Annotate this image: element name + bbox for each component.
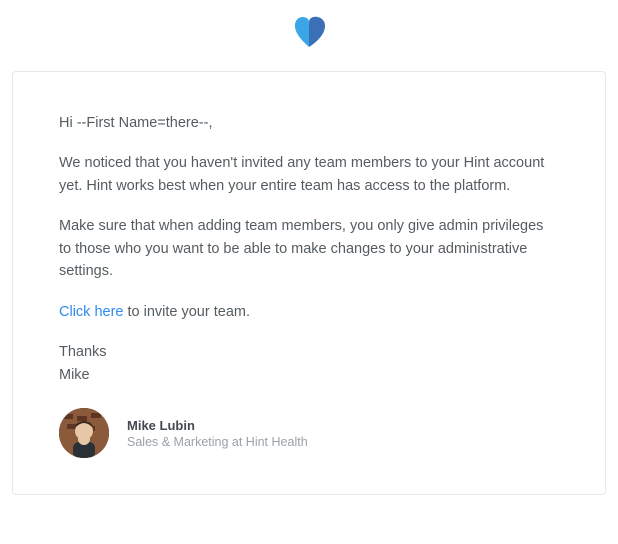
thanks-text: Thanks [59, 341, 559, 363]
hint-heart-logo-icon [291, 16, 327, 48]
signoff-name: Mike [59, 364, 559, 386]
invite-team-link[interactable]: Click here [59, 304, 123, 320]
greeting-text: Hi --First Name=there--, [59, 112, 559, 134]
cta-paragraph: Click here to invite your team. [59, 301, 559, 323]
email-card: Hi --First Name=there--, We noticed that… [12, 71, 606, 495]
logo-container [12, 16, 606, 53]
signature-name: Mike Lubin [127, 418, 308, 433]
paragraph-1: We noticed that you haven't invited any … [59, 152, 559, 197]
cta-rest-text: to invite your team. [123, 304, 250, 320]
signature-text: Mike Lubin Sales & Marketing at Hint Hea… [127, 418, 308, 449]
avatar [59, 408, 109, 458]
signature-block: Mike Lubin Sales & Marketing at Hint Hea… [59, 408, 559, 458]
paragraph-2: Make sure that when adding team members,… [59, 215, 559, 282]
signature-role: Sales & Marketing at Hint Health [127, 435, 308, 449]
email-body: Hi --First Name=there--, We noticed that… [59, 112, 559, 386]
